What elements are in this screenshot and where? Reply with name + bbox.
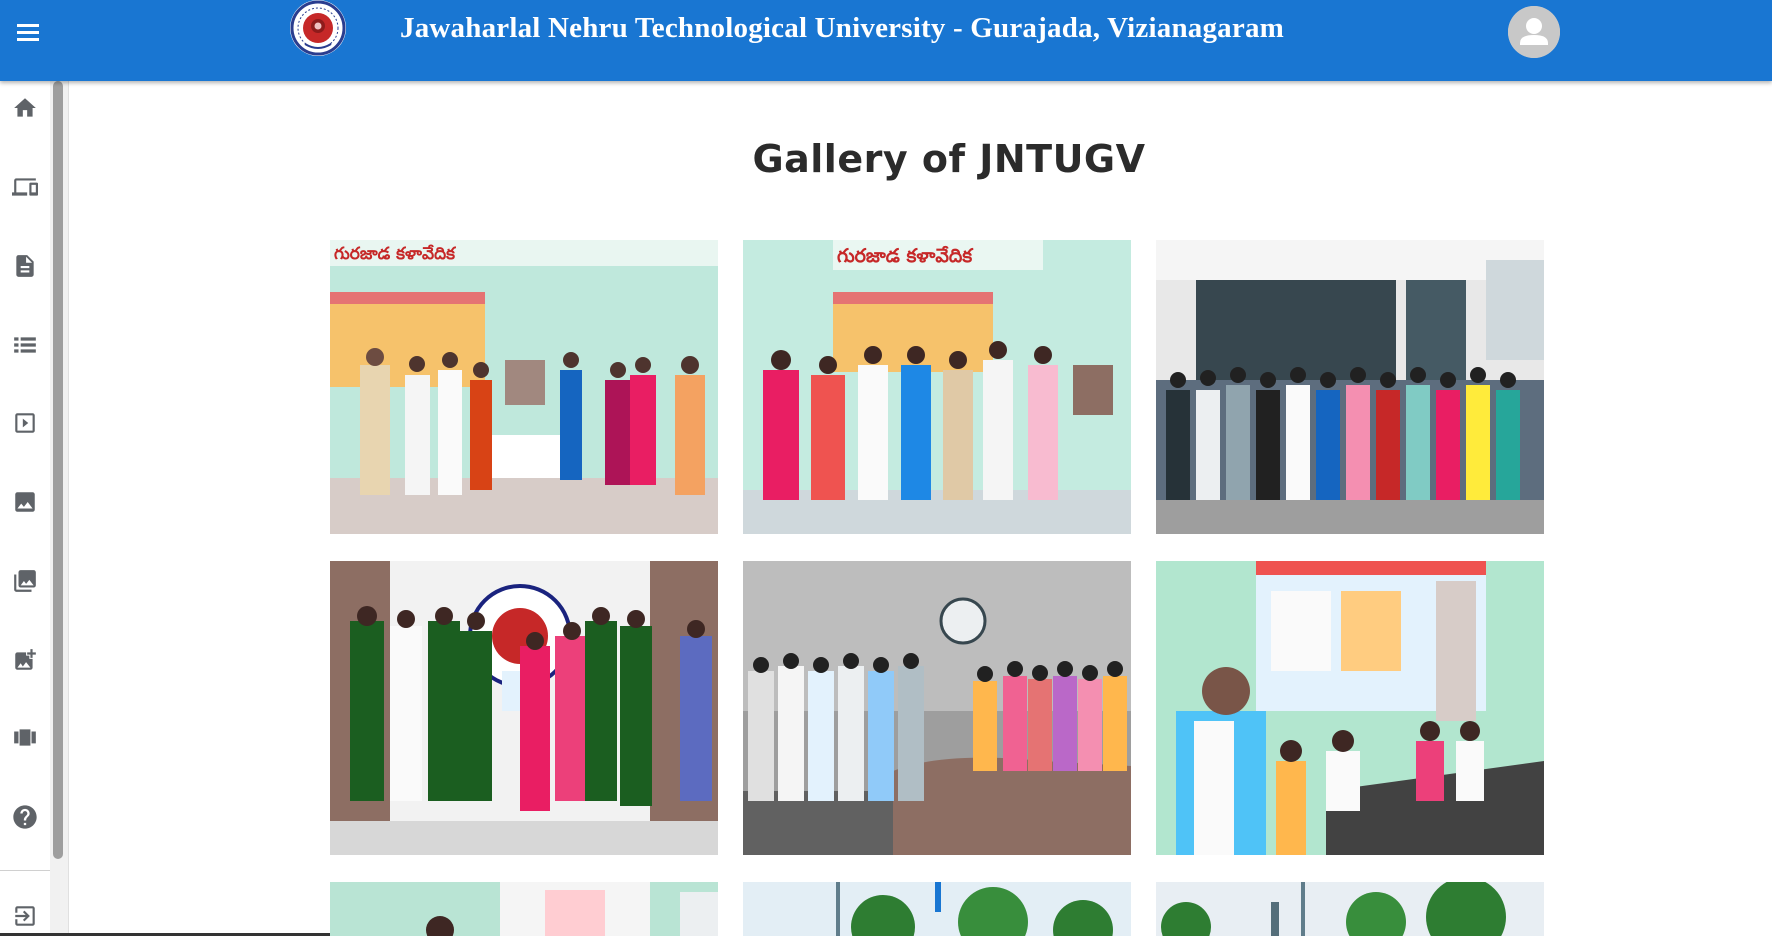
menu-icon[interactable] (12, 16, 44, 48)
collections-icon[interactable] (0, 556, 50, 606)
gallery-photo[interactable] (743, 882, 1131, 936)
home-icon[interactable] (0, 83, 50, 133)
main-content: Gallery of JNTUGV గురజాడ కళావేదిక గురజాడ… (69, 81, 1772, 936)
devices-icon[interactable] (0, 162, 50, 212)
image-icon[interactable] (0, 477, 50, 527)
gallery-photo[interactable]: గురజాడ కళావేదిక (743, 240, 1131, 534)
slideshow-icon[interactable] (0, 398, 50, 448)
page-title: Gallery of JNTUGV (752, 137, 1146, 181)
list-icon[interactable] (0, 320, 50, 370)
gallery-photo[interactable] (1156, 561, 1544, 855)
gallery-photo[interactable] (330, 561, 718, 855)
account-circle-icon[interactable] (1508, 6, 1560, 58)
sidebar-divider (0, 870, 50, 871)
gallery-photo[interactable] (743, 561, 1131, 855)
gallery-photo[interactable] (330, 882, 718, 936)
photo-banner-text: గురజాడ కళావేదిక (334, 244, 456, 264)
top-app-bar: Jawaharlal Nehru Technological Universit… (0, 0, 1772, 81)
description-icon[interactable] (0, 241, 50, 291)
sidebar-scrollbar-thumb[interactable] (53, 81, 63, 859)
view-carousel-icon[interactable] (0, 713, 50, 763)
gallery-photo[interactable] (1156, 240, 1544, 534)
help-icon[interactable] (0, 792, 50, 842)
photo-banner-text: గురజాడ కళావేదిక (837, 245, 974, 267)
gallery-photo[interactable]: గురజాడ కళావేదిక (330, 240, 718, 534)
gallery-photo[interactable] (1156, 882, 1544, 936)
add-photo-icon[interactable] (0, 635, 50, 685)
site-title: Jawaharlal Nehru Technological Universit… (400, 12, 1285, 44)
university-logo[interactable] (287, 0, 349, 62)
